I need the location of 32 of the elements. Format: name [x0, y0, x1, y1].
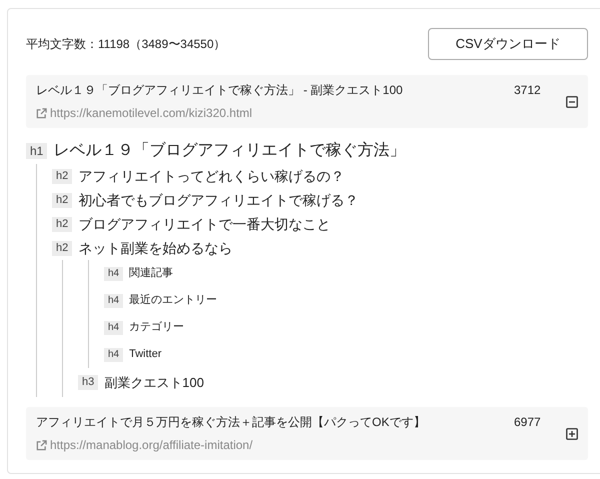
- character-count: 6977: [514, 414, 542, 431]
- heading-text: 最近のエントリー: [129, 293, 218, 308]
- heading-text: ブログアフィリエイトで一番大切なこと: [78, 214, 330, 234]
- heading-tag: h4: [104, 348, 124, 362]
- article-title: レベル１９「ブログアフィリエイトで稼ぐ方法」 - 副業クエスト100: [36, 82, 404, 99]
- heading-tag: h2: [52, 192, 72, 208]
- character-count: 3712: [514, 82, 542, 99]
- average-length-text: 平均文字数：11198（3489〜34550）: [26, 36, 226, 53]
- article-link[interactable]: https://manablog.org/affiliate-imitation/: [50, 436, 253, 454]
- expand-icon[interactable]: [566, 428, 578, 440]
- heading-tag: h1: [26, 142, 48, 158]
- heading-tag: h2: [52, 168, 72, 184]
- heading-tag: h4: [104, 266, 124, 280]
- heading-tag: h2: [52, 240, 72, 256]
- heading-tag: h4: [104, 294, 124, 308]
- heading-tag: h4: [104, 320, 124, 334]
- heading-text: Twitter: [129, 347, 162, 362]
- heading-text: カテゴリー: [129, 320, 184, 336]
- heading-tag: h2: [52, 216, 72, 232]
- article-link[interactable]: https://kanemotilevel.com/kizi320.html: [50, 104, 252, 122]
- heading-tag: h3: [78, 375, 98, 390]
- heading-text: レベル１９「ブログアフィリエイトで稼ぐ方法」: [53, 140, 406, 160]
- heading-text: 関連記事: [129, 266, 174, 282]
- external-link-icon: [36, 440, 47, 450]
- heading-text: 初心者でもブログアフィリエイトで稼げる？: [78, 190, 358, 210]
- csv-download-button[interactable]: CSVダウンロード: [428, 28, 588, 60]
- collapse-icon[interactable]: [566, 96, 578, 108]
- external-link-icon: [36, 108, 47, 118]
- heading-text: 副業クエスト100: [104, 374, 204, 392]
- article-title: アフィリエイトで月５万円を稼ぐ方法＋記事を公開【パクってOKです】: [36, 414, 426, 431]
- heading-text: ネット副業を始めるなら: [78, 238, 232, 258]
- heading-text: アフィリエイトってどれくらい稼げるの？: [78, 166, 344, 186]
